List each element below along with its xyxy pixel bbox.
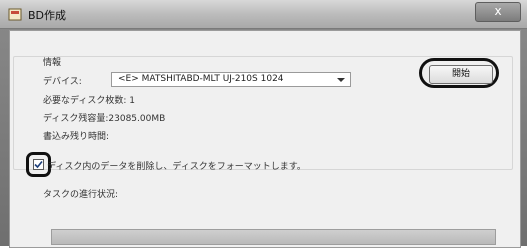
device-select[interactable]: <E> MATSHITABD-MLT UJ-210S 1024 bbox=[111, 72, 351, 87]
close-button[interactable]: x bbox=[475, 2, 521, 22]
dialog-body: 情報 デバイス: <E> MATSHITABD-MLT UJ-210S 1024… bbox=[9, 30, 521, 248]
format-checkbox-label[interactable]: ディスク内のデータを削除し、ディスクをフォーマットします。 bbox=[47, 159, 306, 172]
disc-remaining-text: ディスク残容量:23085.00MB bbox=[43, 114, 166, 124]
time-remaining-text: 書込み残り時間: bbox=[43, 132, 110, 142]
window-title: BD作成 bbox=[28, 9, 67, 22]
title-bar: BD作成 x bbox=[0, 0, 527, 29]
info-group-label: 情報 bbox=[43, 58, 62, 68]
checkmark-icon bbox=[34, 160, 43, 169]
discs-needed-text: 必要なディスク枚数: 1 bbox=[43, 96, 135, 106]
close-icon: x bbox=[494, 4, 502, 18]
format-checkbox[interactable] bbox=[33, 159, 44, 170]
chevron-down-icon bbox=[337, 78, 345, 82]
device-label: デバイス: bbox=[43, 77, 82, 87]
app-icon bbox=[8, 8, 22, 21]
task-progress-bar bbox=[51, 229, 496, 245]
start-button[interactable]: 開始 bbox=[429, 65, 493, 84]
progress-label: タスクの進行状況: bbox=[43, 190, 119, 200]
bd-create-window: BD作成 x 情報 デバイス: <E> MATSHITABD-MLT UJ-21… bbox=[0, 0, 527, 248]
device-select-value: <E> MATSHITABD-MLT UJ-210S 1024 bbox=[118, 74, 284, 84]
